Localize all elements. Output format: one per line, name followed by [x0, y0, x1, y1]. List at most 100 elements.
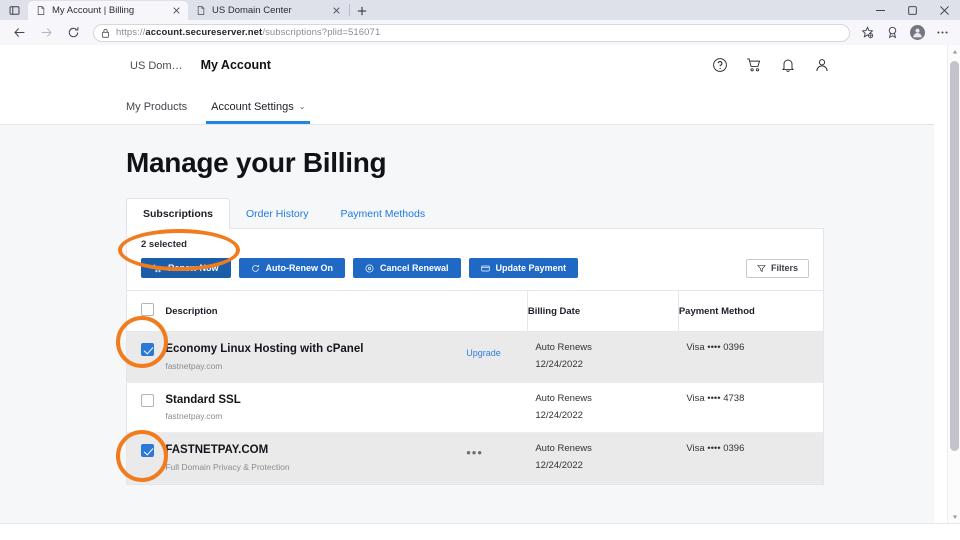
- funnel-icon: [757, 264, 766, 272]
- refresh-icon: [251, 264, 259, 272]
- tab-title: My Account | Billing: [52, 4, 135, 16]
- payment-method: Visa •••• 0396: [686, 342, 745, 353]
- table-header-row: Description Billing Date Payment Method: [127, 290, 823, 332]
- nav-label: Account Settings: [211, 101, 294, 113]
- page-viewport: US Dom… My Account My Products Account S…: [0, 45, 960, 523]
- browser-window: My Account | Billing US Domain Center ht…: [0, 0, 960, 540]
- action-toolbar: Renew Now Auto-Renew On Cancel Renewal U…: [127, 250, 823, 290]
- close-tab-icon[interactable]: [330, 4, 343, 17]
- billing-date: 12/24/2022: [535, 460, 583, 472]
- button-label: Update Payment: [495, 263, 567, 273]
- row-billing-cell: Auto Renews 12/24/2022: [527, 331, 679, 383]
- row-checkbox[interactable]: [141, 393, 154, 407]
- row-billing-cell: Auto Renews 12/24/2022: [527, 382, 679, 434]
- row-billing-cell: Auto Renews 12/24/2022: [527, 432, 679, 484]
- web-page: US Dom… My Account My Products Account S…: [0, 45, 934, 523]
- row-payment-cell: Visa •••• 4738: [678, 382, 823, 434]
- address-bar[interactable]: https://account.secureserver.net/subscri…: [93, 23, 850, 42]
- subscriptions-card: 2 selected Renew Now Auto-Renew On Cance…: [126, 228, 824, 485]
- collections-icon[interactable]: [880, 22, 904, 44]
- nav-item-my-products[interactable]: My Products: [126, 101, 187, 124]
- subscriptions-table: Description Billing Date Payment Method: [127, 290, 823, 484]
- reload-icon[interactable]: [60, 22, 86, 44]
- button-label: Renew Now: [168, 263, 219, 273]
- site-header: US Dom… My Account My Products Account S…: [0, 45, 934, 125]
- table-row[interactable]: Economy Linux Hosting with cPanel fastne…: [127, 331, 823, 383]
- scroll-up-icon[interactable]: [948, 45, 960, 58]
- nav-label: My Products: [126, 101, 188, 113]
- row-payment-cell: Visa •••• 0396: [678, 432, 823, 484]
- table-header: Description Billing Date Payment Method: [127, 290, 823, 332]
- table-row[interactable]: Standard SSL fastnetpay.com Auto Renews …: [127, 382, 823, 434]
- select-all-checkbox[interactable]: [141, 303, 154, 316]
- billing-status: Auto Renews: [535, 443, 592, 455]
- row-description-cell: Standard SSL fastnetpay.com: [165, 382, 467, 434]
- back-icon[interactable]: [6, 22, 32, 44]
- payment-method: Visa •••• 0396: [686, 443, 745, 455]
- cart-icon[interactable]: [746, 57, 762, 73]
- new-tab-icon[interactable]: [351, 1, 373, 20]
- filters-button[interactable]: Filters: [745, 258, 809, 278]
- billing-status: Auto Renews: [535, 392, 592, 404]
- close-button[interactable]: [928, 0, 960, 20]
- tab-separator: [349, 4, 350, 16]
- window-bottom-strip: [0, 523, 960, 540]
- page-scrollbar[interactable]: [947, 45, 960, 523]
- column-header-billing-date: Billing Date: [526, 290, 679, 332]
- tab-label: Payment Methods: [340, 208, 426, 220]
- upgrade-link[interactable]: Upgrade: [466, 348, 501, 358]
- brand-short-label[interactable]: US Dom…: [130, 60, 183, 72]
- cancel-renewal-button[interactable]: Cancel Renewal: [353, 258, 461, 278]
- row-select-cell: [127, 382, 166, 434]
- select-all-header: [127, 290, 166, 332]
- table-row[interactable]: FASTNETPAY.COM Full Domain Privacy & Pro…: [127, 432, 823, 484]
- payment-method: Visa •••• 4738: [686, 392, 745, 404]
- brand-row: US Dom… My Account: [0, 45, 934, 85]
- button-label: Cancel Renewal: [380, 263, 449, 273]
- tab-label: Order History: [246, 208, 309, 220]
- page-title: Manage your Billing: [126, 147, 387, 178]
- update-payment-button[interactable]: Update Payment: [468, 258, 579, 278]
- profile-avatar[interactable]: [905, 22, 929, 44]
- tab-payment-methods[interactable]: Payment Methods: [324, 199, 441, 228]
- selected-count-label: 2 selected: [141, 239, 187, 250]
- row-payment-cell: Visa •••• 0396: [678, 331, 823, 383]
- forward-icon[interactable]: [33, 22, 59, 44]
- auto-renew-on-button[interactable]: Auto-Renew On: [238, 258, 346, 278]
- billing-date: 12/24/2022: [535, 358, 583, 370]
- help-icon[interactable]: [712, 57, 728, 73]
- row-checkbox[interactable]: [141, 343, 154, 356]
- column-header-payment-method: Payment Method: [677, 290, 823, 332]
- tab-order-history[interactable]: Order History: [230, 199, 324, 228]
- browser-toolbar: https://account.secureserver.net/subscri…: [0, 20, 960, 45]
- tab-search-icon[interactable]: [0, 0, 28, 20]
- row-checkbox[interactable]: [141, 444, 154, 458]
- more-menu-icon[interactable]: [930, 22, 954, 44]
- maximize-button[interactable]: [896, 0, 928, 20]
- url-text: https://account.secureserver.net/subscri…: [116, 27, 381, 38]
- browser-tab-2[interactable]: US Domain Center: [188, 1, 348, 20]
- header-icon-group: [712, 57, 934, 73]
- browser-tab-1[interactable]: My Account | Billing: [28, 1, 188, 20]
- cart-icon: [153, 264, 162, 272]
- product-subtitle: fastnetpay.com: [165, 411, 223, 422]
- tab-label: Subscriptions: [143, 208, 214, 220]
- page-icon: [197, 6, 205, 15]
- bell-icon[interactable]: [780, 57, 796, 73]
- page-icon: [37, 6, 45, 15]
- favorites-icon[interactable]: [855, 22, 879, 44]
- button-label: Filters: [770, 263, 798, 273]
- row-description-cell: FASTNETPAY.COM Full Domain Privacy & Pro…: [165, 432, 467, 484]
- row-select-cell: [127, 331, 166, 383]
- product-name: Standard SSL: [165, 393, 241, 406]
- nav-item-account-settings[interactable]: Account Settings ⌄: [206, 101, 311, 124]
- minimize-button[interactable]: [864, 0, 896, 20]
- row-description-cell: Economy Linux Hosting with cPanel fastne…: [165, 331, 467, 383]
- renew-now-button[interactable]: Renew Now: [141, 258, 231, 278]
- scroll-down-icon[interactable]: [948, 510, 960, 523]
- scrollbar-thumb[interactable]: [950, 61, 959, 451]
- account-icon[interactable]: [814, 57, 830, 73]
- close-tab-icon[interactable]: [170, 4, 183, 17]
- row-overflow-menu-icon[interactable]: •••: [466, 445, 483, 460]
- tab-subscriptions[interactable]: Subscriptions: [126, 198, 231, 229]
